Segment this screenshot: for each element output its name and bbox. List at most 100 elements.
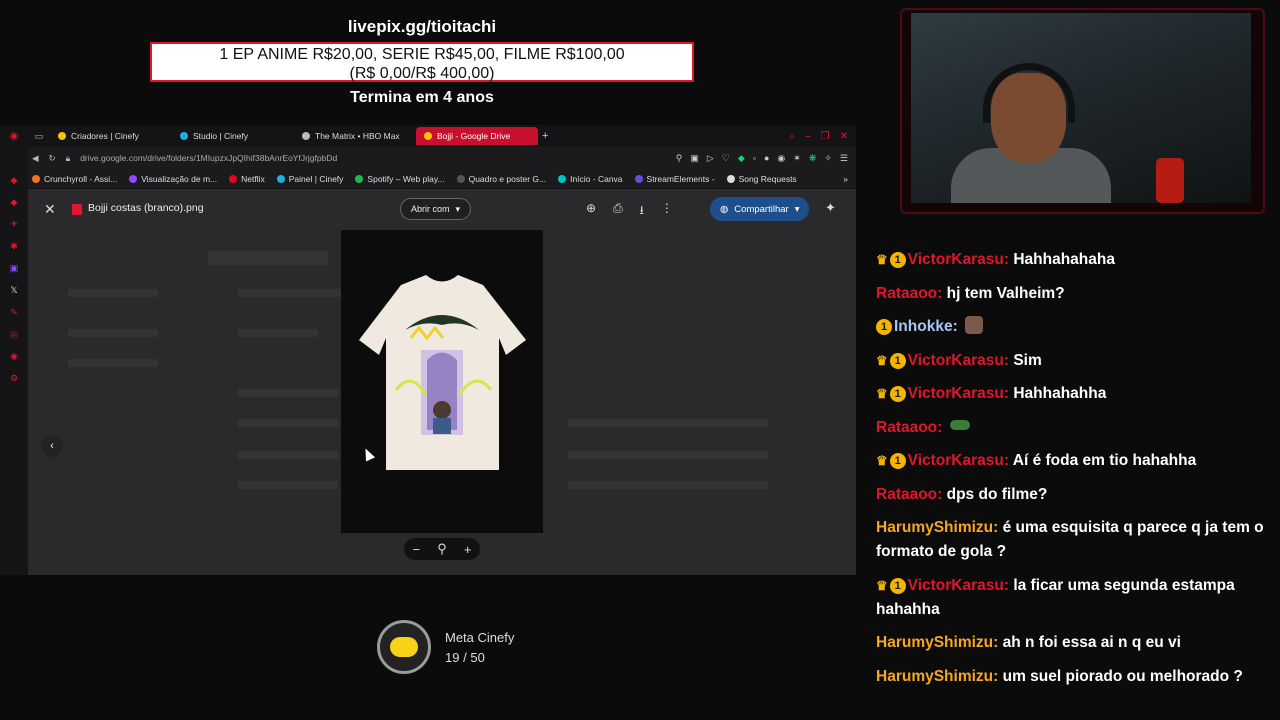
screenshot-icon[interactable]: ▣ bbox=[690, 153, 699, 164]
twitch-icon[interactable]: ▣ bbox=[10, 263, 19, 274]
browser-logo-icon[interactable]: ◉ bbox=[0, 131, 28, 142]
chat-colon: : bbox=[1003, 351, 1014, 369]
sidebar-icon-5[interactable]: ✎ bbox=[10, 307, 18, 318]
chat-text: Sim bbox=[1013, 351, 1042, 369]
chat-username[interactable]: Rataaoo bbox=[876, 285, 937, 302]
browser-tab[interactable]: Bojji - Google Drive bbox=[416, 127, 538, 145]
chat-colon: : bbox=[993, 519, 1003, 536]
share-dropdown-icon[interactable]: ▾ bbox=[795, 204, 800, 215]
chat-text: Hahhahahaha bbox=[1013, 251, 1115, 268]
bookmark-label: Spotify – Web play... bbox=[367, 173, 445, 184]
close-viewer-icon[interactable]: ✕ bbox=[44, 201, 56, 218]
chat-username[interactable]: VictorKarasu bbox=[908, 577, 1004, 594]
bookmarks-more-icon[interactable]: » bbox=[843, 174, 856, 184]
tab-label: Criadores | Cinefy bbox=[71, 131, 139, 141]
url-field[interactable]: drive.google.com/drive/folders/1MIupzxJp… bbox=[80, 153, 337, 163]
chat-username[interactable]: VictorKarasu bbox=[908, 251, 1004, 268]
bookmark-favicon-icon bbox=[32, 174, 40, 183]
print-icon[interactable]: ⎙ bbox=[613, 201, 623, 222]
minimize-icon[interactable]: – bbox=[805, 131, 811, 142]
browser-tab[interactable]: Criadores | Cinefy bbox=[50, 127, 172, 145]
extension-icon-2[interactable]: ● bbox=[764, 153, 769, 164]
zoom-out-icon[interactable]: − bbox=[413, 542, 421, 557]
chat-username[interactable]: Inhokke bbox=[894, 318, 953, 335]
chat-username[interactable]: HarumyShimizu bbox=[876, 634, 993, 651]
sidebar-icon-7[interactable]: ◉ bbox=[10, 351, 18, 362]
sub-badge-icon: 1 bbox=[876, 319, 892, 335]
extension-green-icon[interactable]: ◆ bbox=[738, 153, 745, 164]
bookmark-item[interactable]: Crunchyroll - Assi... bbox=[32, 174, 117, 184]
more-vert-icon[interactable]: ⋮ bbox=[661, 201, 673, 222]
bookmark-item[interactable]: Painel | Cinefy bbox=[276, 174, 343, 184]
drive-file-viewer: ✕ Bojji costas (branco).png Abrir com ▾ … bbox=[28, 189, 856, 575]
drive-add-icon[interactable]: ⊕ bbox=[586, 201, 596, 222]
extension-icon-4[interactable]: ✶ bbox=[793, 153, 801, 164]
chat-message: HarumyShimizu: é uma esquisita q parece … bbox=[876, 516, 1266, 564]
sidebar-icon-2[interactable]: ◆ bbox=[11, 197, 18, 208]
sidebar-icon-8[interactable]: ⚙ bbox=[10, 373, 18, 384]
donation-url: livepix.gg/tioitachi bbox=[347, 17, 497, 36]
tab-label: The Matrix • HBO Max bbox=[315, 131, 400, 141]
gemini-sparkle-icon[interactable]: ✦ bbox=[825, 200, 836, 216]
menu-icon[interactable]: ☰ bbox=[840, 153, 848, 164]
tab-bar: ◉ ▭ Criadores | Cinefy Studio | Cinefy The… bbox=[0, 125, 856, 147]
crown-badge-icon: ♛ bbox=[876, 352, 888, 368]
bookmark-item[interactable]: Quadro e poster G... bbox=[456, 174, 546, 184]
chat-panel: ♛ 1 VictorKarasu: Hahhahahaha Rataaoo: hj t… bbox=[876, 248, 1266, 698]
bookmark-item[interactable]: Song Requests bbox=[726, 174, 797, 184]
bookmark-item[interactable]: Início - Canva bbox=[558, 174, 623, 184]
open-with-button[interactable]: Abrir com ▾ bbox=[400, 198, 472, 220]
close-window-icon[interactable]: ✕ bbox=[840, 131, 848, 142]
ai-icon[interactable]: ✧ bbox=[824, 153, 832, 164]
chat-username[interactable]: HarumyShimizu bbox=[876, 668, 993, 685]
chat-colon: : bbox=[1003, 452, 1013, 469]
chat-username[interactable]: VictorKarasu bbox=[908, 452, 1004, 469]
zoom-icon[interactable]: ⚲ bbox=[437, 541, 447, 557]
sidebar-icon-1[interactable]: ◆ bbox=[11, 175, 18, 186]
download-icon[interactable]: ⭳ bbox=[640, 201, 644, 222]
browser-tab[interactable]: Studio | Cinefy bbox=[172, 127, 294, 145]
extension-icon-3[interactable]: ◉ bbox=[777, 153, 785, 164]
donation-goal-widget: livepix.gg/tioitachi 1 EP ANIME R$20,00,… bbox=[150, 14, 694, 107]
bookmark-item[interactable]: Spotify – Web play... bbox=[355, 173, 445, 184]
chat-message: ♛ 1 VictorKarasu: Hahhahahha bbox=[876, 382, 1266, 406]
chat-username[interactable]: VictorKarasu bbox=[908, 352, 1004, 369]
heart-icon[interactable]: ♡ bbox=[722, 153, 730, 164]
window-controls: ⌕ – ❐ ✕ bbox=[789, 131, 856, 142]
sidebar-icon-4[interactable]: ✱ bbox=[10, 241, 18, 252]
new-tab-button[interactable]: + bbox=[542, 130, 548, 142]
browser-tab[interactable]: The Matrix • HBO Max bbox=[294, 127, 416, 145]
globe-icon: ◍ bbox=[720, 203, 729, 215]
bookmark-label: Crunchyroll - Assi... bbox=[44, 173, 118, 184]
bookmark-item[interactable]: StreamElements - bbox=[634, 174, 715, 184]
sidebar-icon-3[interactable]: ✈ bbox=[10, 219, 18, 230]
bookmark-item[interactable]: Netflix bbox=[229, 174, 265, 184]
back-icon[interactable]: ◀ bbox=[32, 153, 39, 164]
chat-username[interactable]: Rataaoo bbox=[876, 419, 937, 436]
tab-list-icon[interactable]: ▭ bbox=[28, 131, 50, 142]
sidebar-icon-6[interactable]: ◎ bbox=[10, 329, 18, 340]
share-button[interactable]: ◍ Compartilhar ▾ bbox=[710, 197, 810, 221]
extension-green-icon-2[interactable]: ❋ bbox=[809, 153, 817, 164]
search-icon[interactable]: ⌕ bbox=[789, 131, 795, 142]
previous-file-button[interactable]: ‹ bbox=[41, 435, 63, 457]
chat-username[interactable]: HarumyShimizu bbox=[876, 519, 993, 536]
sub-badge-icon: 1 bbox=[889, 577, 906, 594]
reload-icon[interactable]: ↻ bbox=[49, 153, 56, 164]
bookmark-favicon-icon bbox=[129, 174, 138, 183]
pin-icon[interactable]: ⚲ bbox=[676, 153, 683, 164]
bookmark-favicon-icon bbox=[355, 174, 364, 183]
play-icon[interactable]: ▷ bbox=[707, 153, 714, 164]
bookmark-item[interactable]: Visualização de m... bbox=[129, 174, 217, 184]
x-icon[interactable]: 𝕏 bbox=[10, 285, 17, 296]
zoom-in-icon[interactable]: + bbox=[464, 542, 472, 557]
chat-username[interactable]: VictorKarasu bbox=[908, 385, 1004, 402]
webcam-feed bbox=[911, 13, 1251, 203]
extension-icon[interactable]: ▫ bbox=[753, 153, 756, 164]
donation-goal-progress: (R$ 0,00/R$ 400,00) bbox=[349, 65, 495, 82]
chat-username[interactable]: Rataaoo bbox=[876, 486, 937, 503]
bookmark-favicon-icon bbox=[456, 174, 465, 183]
chat-colon: : bbox=[937, 418, 947, 436]
chat-colon: : bbox=[1003, 385, 1014, 402]
maximize-icon[interactable]: ❐ bbox=[821, 131, 830, 142]
